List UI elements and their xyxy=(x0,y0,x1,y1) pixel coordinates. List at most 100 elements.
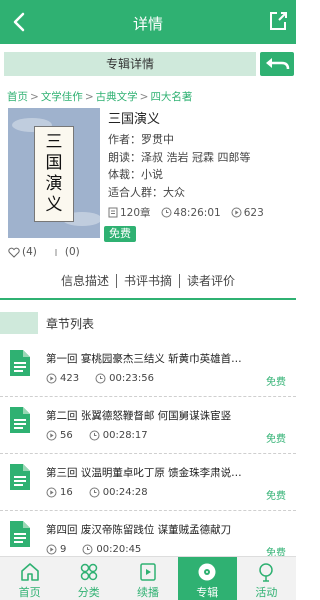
chapter-plays: 56 xyxy=(60,430,73,441)
share-icon[interactable] xyxy=(266,9,290,33)
cover-char: 义 xyxy=(45,195,63,215)
comment-icon xyxy=(55,248,57,256)
chapter-duration: 00:28:17 xyxy=(102,430,148,441)
nav-label: 续播 xyxy=(137,586,159,599)
info-tabs: 信息描述 书评书摘 读者评价 xyxy=(0,272,296,292)
comment-count: (0) xyxy=(64,246,80,258)
chapter-title: 第四回 废汉帝陈留践位 谋董贼孟德献刀 xyxy=(46,524,232,536)
cover-char: 演 xyxy=(45,174,63,194)
chapter-price: 免费 xyxy=(266,377,286,388)
chapter-meta: 423 00:23:56 xyxy=(46,373,170,384)
like-button[interactable]: (4) xyxy=(8,246,37,258)
tab-reviews-excerpts[interactable]: 书评书摘 xyxy=(117,272,179,292)
chapter-title: 第三回 议温明董卓叱丁原 馈金珠李肃说… xyxy=(46,467,242,479)
page-title: 详情 xyxy=(132,15,163,33)
chapter-title: 第二回 张翼德怒鞭督邮 何国舅谋诛宦竖 xyxy=(46,410,232,422)
breadcrumb-separator: > xyxy=(84,91,94,103)
chapter-plays: 9 xyxy=(60,544,67,555)
chapter-count: 120章 xyxy=(120,207,151,219)
home-icon xyxy=(20,563,39,581)
bottom-nav: 首页 分类 续播 专辑 活动 xyxy=(0,556,296,600)
breadcrumb-current[interactable]: 四大名著 xyxy=(150,91,192,103)
breadcrumb-home[interactable]: 首页 xyxy=(7,91,28,103)
play-count-icon xyxy=(46,487,57,498)
book-info: 三国演义 作者：罗贯中 朗读：泽叔 浩岩 冠霖 四郎等 体裁：小说 适合人群：大… xyxy=(108,108,294,220)
breadcrumb-subcategory[interactable]: 古典文学 xyxy=(96,91,138,103)
chapter-duration: 00:24:28 xyxy=(102,487,148,498)
play-count-icon xyxy=(46,430,57,441)
clock-icon xyxy=(89,430,100,441)
chapter-price: 免费 xyxy=(266,434,286,445)
tab-reader-ratings[interactable]: 读者评价 xyxy=(180,272,242,292)
chapter-meta: 56 00:28:17 xyxy=(46,430,164,441)
play-count: 623 xyxy=(243,206,264,219)
play-count-icon xyxy=(231,207,242,218)
album-disc-icon xyxy=(198,563,216,581)
chapter-meta: 9 00:20:45 xyxy=(46,544,157,555)
category-icon xyxy=(80,563,98,581)
heart-icon xyxy=(8,247,20,258)
album-detail-title: 专辑详情 xyxy=(4,52,256,76)
nav-label: 专辑 xyxy=(196,586,219,599)
chapter-price: 免费 xyxy=(266,491,286,502)
play-count-icon xyxy=(46,373,57,384)
section-title: 章节列表 xyxy=(46,317,95,331)
divider-line xyxy=(0,298,296,300)
nav-activity[interactable]: 活动 xyxy=(237,557,296,600)
clock-icon xyxy=(95,373,106,384)
book-audience: 适合人群：大众 xyxy=(108,185,185,199)
nav-category[interactable]: 分类 xyxy=(59,557,118,600)
chapter-list: 第一回 宴桃园豪杰三结义 斩黄巾英雄首… 423 00:23:56 免费 第二回… xyxy=(0,340,296,568)
resume-icon xyxy=(140,563,156,581)
tab-description[interactable]: 信息描述 xyxy=(54,272,116,292)
chapter-meta: 16 00:24:28 xyxy=(46,487,164,498)
breadcrumb: 首页 > 文学佳作 > 古典文学 > 四大名著 xyxy=(7,89,192,104)
clock-icon xyxy=(89,487,100,498)
document-icon xyxy=(10,521,30,547)
chapter-list-header: 章节列表 xyxy=(0,312,296,336)
chapters-icon xyxy=(108,207,118,218)
nav-resume[interactable]: 续播 xyxy=(118,557,177,600)
chapter-plays: 16 xyxy=(60,487,73,498)
list-item[interactable]: 第三回 议温明董卓叱丁原 馈金珠李肃说… 16 00:24:28 免费 xyxy=(0,454,296,511)
chapter-duration: 00:20:45 xyxy=(96,544,142,555)
clock-icon xyxy=(161,207,172,218)
cover-title-frame: 三 国 演 义 xyxy=(34,126,74,222)
chapter-duration: 00:23:56 xyxy=(109,373,155,384)
nav-label: 活动 xyxy=(255,586,278,599)
top-bar: 详情 xyxy=(0,0,296,44)
nav-label: 首页 xyxy=(18,586,41,599)
breadcrumb-separator: > xyxy=(30,91,39,103)
section-marker xyxy=(0,312,38,334)
breadcrumb-category[interactable]: 文学佳作 xyxy=(41,91,83,103)
nav-label: 分类 xyxy=(77,586,100,599)
document-icon xyxy=(10,407,30,433)
cover-char: 国 xyxy=(45,153,63,173)
nav-album[interactable]: 专辑 xyxy=(177,557,237,600)
book-stats: 120章 48:26:01 623 xyxy=(108,205,294,220)
cover-char: 三 xyxy=(45,132,63,152)
comment-button[interactable]: (0) xyxy=(53,246,80,258)
breadcrumb-separator: > xyxy=(139,91,149,103)
return-button[interactable] xyxy=(260,52,294,76)
return-arrow-icon xyxy=(266,58,290,70)
book-genre: 体裁：小说 xyxy=(108,168,163,181)
document-icon xyxy=(10,464,30,490)
like-count: (4) xyxy=(22,246,37,258)
book-cover: 三 国 演 义 xyxy=(8,108,100,238)
play-count-icon xyxy=(46,544,57,555)
book-author: 作者：罗贯中 xyxy=(108,133,174,146)
clock-icon xyxy=(82,544,93,555)
nav-home[interactable]: 首页 xyxy=(0,557,59,600)
book-title: 三国演义 xyxy=(108,112,161,127)
document-icon xyxy=(10,350,30,376)
list-item[interactable]: 第二回 张翼德怒鞭督邮 何国舅谋诛宦竖 56 00:28:17 免费 xyxy=(0,397,296,454)
chapter-plays: 423 xyxy=(60,373,80,384)
list-item[interactable]: 第一回 宴桃园豪杰三结义 斩黄巾英雄首… 423 00:23:56 免费 xyxy=(0,340,296,397)
chapter-title: 第一回 宴桃园豪杰三结义 斩黄巾英雄首… xyxy=(46,353,242,365)
free-badge: 免费 xyxy=(104,226,136,242)
action-row: (4) (0) xyxy=(8,246,96,258)
book-narrator: 朗读：泽叔 浩岩 冠霖 四郎等 xyxy=(108,150,251,164)
activity-icon xyxy=(259,563,274,582)
subheader: 专辑详情 xyxy=(0,52,296,78)
